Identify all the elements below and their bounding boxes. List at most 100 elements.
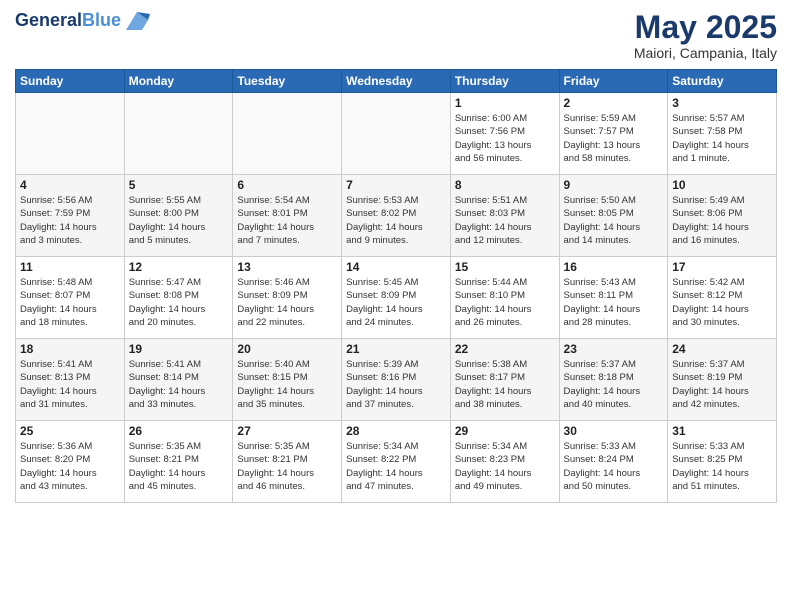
title-block: May 2025 Maiori, Campania, Italy (634, 10, 777, 61)
table-row: 31Sunrise: 5:33 AMSunset: 8:25 PMDayligh… (668, 421, 777, 503)
table-row (16, 93, 125, 175)
table-row: 20 Sunrise: 5:40 AMSunset: 8:15 PMDayligh… (233, 339, 342, 421)
day-number: 24 (672, 342, 772, 356)
table-row (233, 93, 342, 175)
day-number: 19 (129, 342, 229, 356)
day-info: Sunrise: 5:40 AMSunset: 8:15 PMDaylight:… (237, 358, 337, 411)
day-info: Sunrise: 5:54 AMSunset: 8:01 PMDaylight:… (237, 194, 337, 247)
table-row: 19 Sunrise: 5:41 AMSunset: 8:14 PMDayligh… (124, 339, 233, 421)
table-row: 2Sunrise: 5:59 AMSunset: 7:57 PMDaylight… (559, 93, 668, 175)
day-number: 29 (455, 424, 555, 438)
table-row: 26 Sunrise: 5:35 AMSunset: 8:21 PMDayligh… (124, 421, 233, 503)
day-number: 27 (237, 424, 337, 438)
day-number: 20 (237, 342, 337, 356)
table-row: 21 Sunrise: 5:39 AMSunset: 8:16 PMDayligh… (342, 339, 451, 421)
table-row: 13 Sunrise: 5:46 AMSunset: 8:09 PMDayligh… (233, 257, 342, 339)
day-info: Sunrise: 5:42 AMSunset: 8:12 PMDaylight:… (672, 276, 772, 329)
day-info: Sunrise: 5:37 AMSunset: 8:19 PMDaylight:… (672, 358, 772, 411)
table-row: 9 Sunrise: 5:50 AMSunset: 8:05 PMDaylight… (559, 175, 668, 257)
header-sunday: Sunday (16, 70, 125, 93)
table-row: 4Sunrise: 5:56 AMSunset: 7:59 PMDaylight… (16, 175, 125, 257)
page-container: GeneralBlue May 2025 Maiori, Campania, I… (0, 0, 792, 513)
table-row: 3 Sunrise: 5:57 AMSunset: 7:58 PMDaylight… (668, 93, 777, 175)
day-info: Sunrise: 5:59 AMSunset: 7:57 PMDaylight:… (564, 112, 664, 165)
day-number: 9 (564, 178, 664, 192)
day-info: Sunrise: 5:47 AMSunset: 8:08 PMDaylight:… (129, 276, 229, 329)
day-number: 7 (346, 178, 446, 192)
header-wednesday: Wednesday (342, 70, 451, 93)
day-number: 12 (129, 260, 229, 274)
table-row: 28 Sunrise: 5:34 AMSunset: 8:22 PMDayligh… (342, 421, 451, 503)
day-info: Sunrise: 5:34 AMSunset: 8:22 PMDaylight:… (346, 440, 446, 493)
day-number: 14 (346, 260, 446, 274)
day-info: Sunrise: 5:35 AMSunset: 8:21 PMDaylight:… (129, 440, 229, 493)
table-row: 24 Sunrise: 5:37 AMSunset: 8:19 PMDayligh… (668, 339, 777, 421)
day-number: 17 (672, 260, 772, 274)
day-info: Sunrise: 5:48 AMSunset: 8:07 PMDaylight:… (20, 276, 120, 329)
table-row: 18Sunrise: 5:41 AMSunset: 8:13 PMDayligh… (16, 339, 125, 421)
table-row: 29Sunrise: 5:34 AMSunset: 8:23 PMDayligh… (450, 421, 559, 503)
day-info: Sunrise: 5:46 AMSunset: 8:09 PMDaylight:… (237, 276, 337, 329)
table-row: 8 Sunrise: 5:51 AMSunset: 8:03 PMDaylight… (450, 175, 559, 257)
table-row: 7 Sunrise: 5:53 AMSunset: 8:02 PMDaylight… (342, 175, 451, 257)
day-info: Sunrise: 5:37 AMSunset: 8:18 PMDaylight:… (564, 358, 664, 411)
day-number: 1 (455, 96, 555, 110)
table-row: 25Sunrise: 5:36 AMSunset: 8:20 PMDayligh… (16, 421, 125, 503)
day-info: Sunrise: 5:41 AMSunset: 8:14 PMDaylight:… (129, 358, 229, 411)
calendar-table: Sunday Monday Tuesday Wednesday Thursday… (15, 69, 777, 503)
calendar-week-row: 4Sunrise: 5:56 AMSunset: 7:59 PMDaylight… (16, 175, 777, 257)
calendar-week-row: 25Sunrise: 5:36 AMSunset: 8:20 PMDayligh… (16, 421, 777, 503)
day-info: Sunrise: 5:50 AMSunset: 8:05 PMDaylight:… (564, 194, 664, 247)
day-info: Sunrise: 5:51 AMSunset: 8:03 PMDaylight:… (455, 194, 555, 247)
day-info: Sunrise: 5:41 AMSunset: 8:13 PMDaylight:… (20, 358, 120, 411)
day-number: 13 (237, 260, 337, 274)
day-info: Sunrise: 5:33 AMSunset: 8:24 PMDaylight:… (564, 440, 664, 493)
table-row: 27 Sunrise: 5:35 AMSunset: 8:21 PMDayligh… (233, 421, 342, 503)
month-title: May 2025 (634, 10, 777, 45)
day-info: Sunrise: 5:39 AMSunset: 8:16 PMDaylight:… (346, 358, 446, 411)
day-info: Sunrise: 5:57 AMSunset: 7:58 PMDaylight:… (672, 112, 772, 165)
header-thursday: Thursday (450, 70, 559, 93)
day-number: 26 (129, 424, 229, 438)
table-row: 10Sunrise: 5:49 AMSunset: 8:06 PMDayligh… (668, 175, 777, 257)
day-number: 30 (564, 424, 664, 438)
table-row: 22 Sunrise: 5:38 AMSunset: 8:17 PMDayligh… (450, 339, 559, 421)
header-saturday: Saturday (668, 70, 777, 93)
table-row: 1 Sunrise: 6:00 AMSunset: 7:56 PMDaylight… (450, 93, 559, 175)
day-number: 22 (455, 342, 555, 356)
day-info: Sunrise: 5:55 AMSunset: 8:00 PMDaylight:… (129, 194, 229, 247)
table-row: 14 Sunrise: 5:45 AMSunset: 8:09 PMDayligh… (342, 257, 451, 339)
day-number: 5 (129, 178, 229, 192)
day-number: 3 (672, 96, 772, 110)
day-info: Sunrise: 5:53 AMSunset: 8:02 PMDaylight:… (346, 194, 446, 247)
day-number: 21 (346, 342, 446, 356)
table-row: 11Sunrise: 5:48 AMSunset: 8:07 PMDayligh… (16, 257, 125, 339)
header-friday: Friday (559, 70, 668, 93)
day-number: 4 (20, 178, 120, 192)
logo-text: GeneralBlue (15, 11, 121, 31)
table-row (342, 93, 451, 175)
header: GeneralBlue May 2025 Maiori, Campania, I… (15, 10, 777, 61)
logo: GeneralBlue (15, 10, 150, 32)
day-info: Sunrise: 5:38 AMSunset: 8:17 PMDaylight:… (455, 358, 555, 411)
day-number: 23 (564, 342, 664, 356)
table-row: 17 Sunrise: 5:42 AMSunset: 8:12 PMDayligh… (668, 257, 777, 339)
day-number: 16 (564, 260, 664, 274)
weekday-header-row: Sunday Monday Tuesday Wednesday Thursday… (16, 70, 777, 93)
day-number: 8 (455, 178, 555, 192)
table-row: 30 Sunrise: 5:33 AMSunset: 8:24 PMDayligh… (559, 421, 668, 503)
calendar-week-row: 18Sunrise: 5:41 AMSunset: 8:13 PMDayligh… (16, 339, 777, 421)
table-row: 15Sunrise: 5:44 AMSunset: 8:10 PMDayligh… (450, 257, 559, 339)
day-number: 10 (672, 178, 772, 192)
table-row: 6 Sunrise: 5:54 AMSunset: 8:01 PMDaylight… (233, 175, 342, 257)
day-number: 31 (672, 424, 772, 438)
day-number: 15 (455, 260, 555, 274)
day-number: 6 (237, 178, 337, 192)
day-number: 28 (346, 424, 446, 438)
day-info: Sunrise: 5:45 AMSunset: 8:09 PMDaylight:… (346, 276, 446, 329)
day-number: 25 (20, 424, 120, 438)
day-info: Sunrise: 6:00 AMSunset: 7:56 PMDaylight:… (455, 112, 555, 165)
logo-icon (124, 10, 150, 32)
table-row: 23 Sunrise: 5:37 AMSunset: 8:18 PMDayligh… (559, 339, 668, 421)
day-info: Sunrise: 5:35 AMSunset: 8:21 PMDaylight:… (237, 440, 337, 493)
